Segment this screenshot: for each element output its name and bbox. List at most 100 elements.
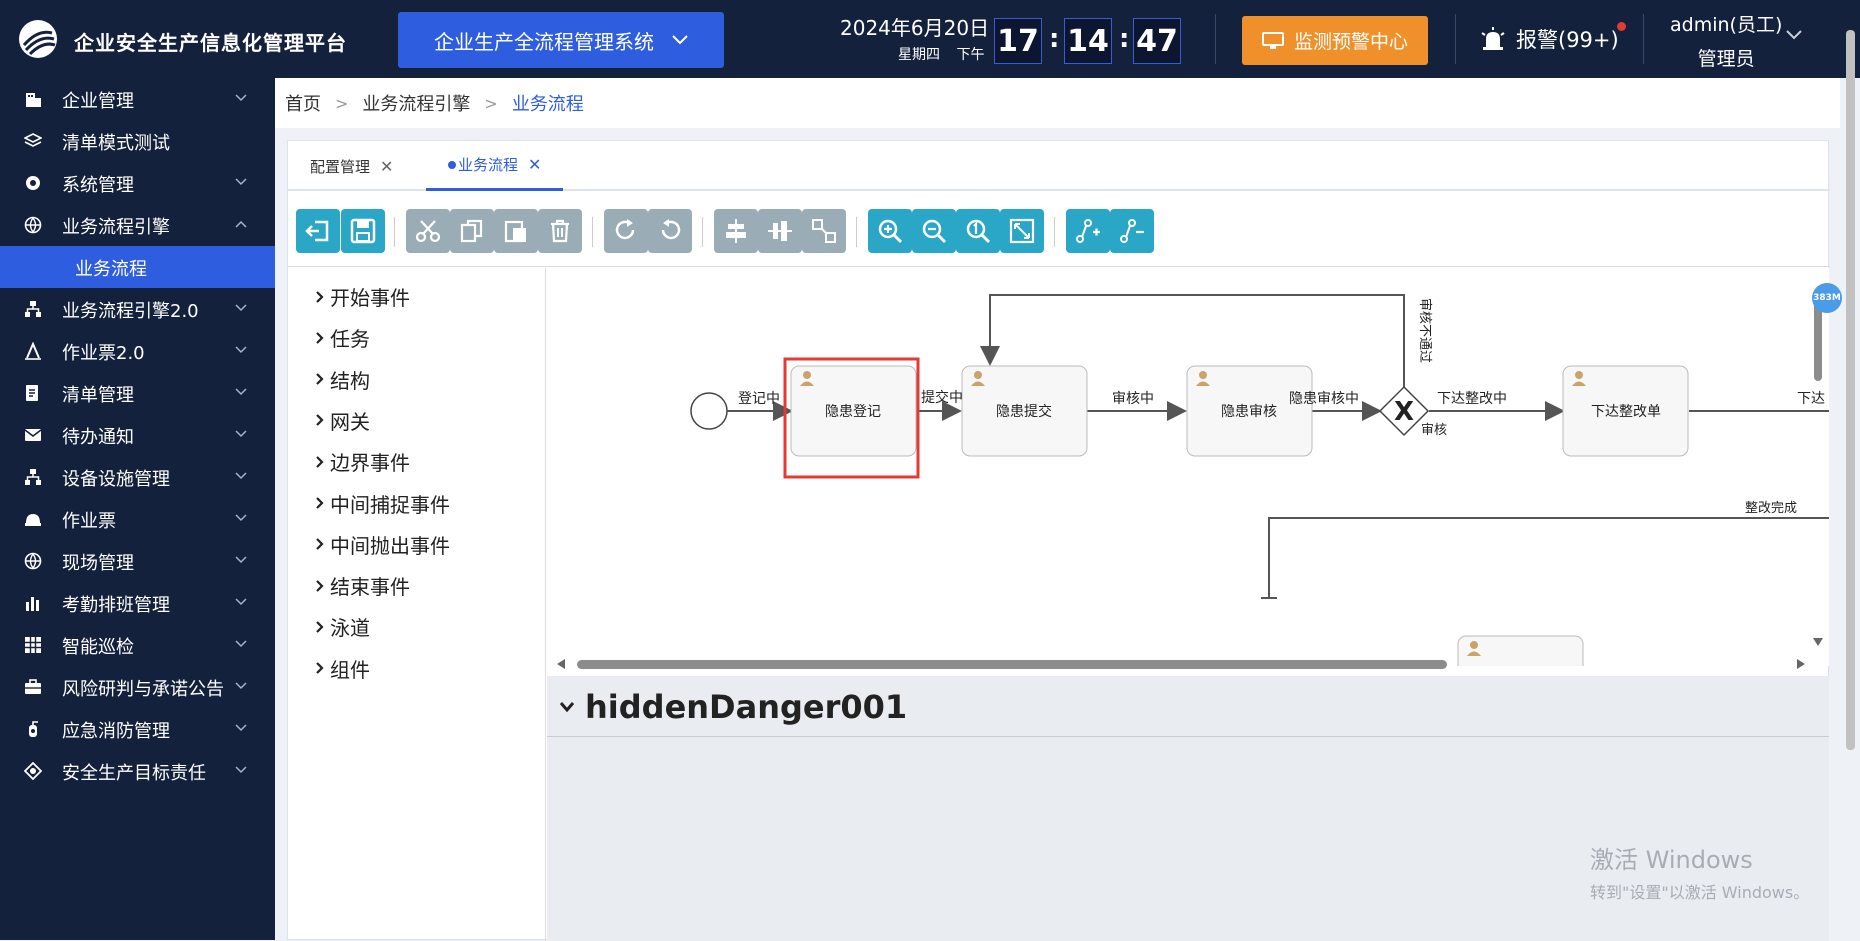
scrollbar-thumb[interactable]	[577, 660, 1447, 669]
task-label: 隐患审核	[1221, 404, 1277, 420]
sidebar-item[interactable]: 系统管理	[0, 162, 275, 204]
sidebar-item[interactable]: 风险研判与承诺公告	[0, 666, 275, 708]
redo-button[interactable]	[604, 209, 648, 253]
pen-icon	[25, 342, 41, 360]
palette-group[interactable]: 边界事件	[316, 447, 410, 476]
chevron-down-icon	[235, 556, 247, 564]
paste-icon	[504, 220, 526, 243]
editor-toolbar	[288, 191, 1830, 267]
resize-button[interactable]	[802, 209, 846, 253]
start-event	[690, 392, 728, 430]
palette-group[interactable]: 任务	[316, 323, 370, 352]
sidebar-item[interactable]: 待办通知	[0, 414, 275, 456]
globe-icon	[24, 216, 42, 234]
close-icon[interactable]: ✕	[380, 157, 393, 176]
system-select[interactable]: 企业生产全流程管理系统	[398, 12, 724, 68]
sidebar-item-label: 智能巡检	[62, 637, 134, 658]
scroll-right-icon[interactable]	[1797, 659, 1805, 669]
properties-header[interactable]: hiddenDanger001	[559, 688, 907, 726]
weekday-label: 星期四	[898, 47, 940, 63]
zoom-actual-button[interactable]	[956, 209, 1000, 253]
flow-label: 登记中	[738, 391, 780, 407]
watermark-line2: 转到"设置"以激活 Windows。	[1590, 883, 1810, 902]
cut-button[interactable]	[406, 209, 450, 253]
rework-flow-line	[1268, 517, 1829, 598]
breadcrumb-parent[interactable]: 业务流程引擎	[362, 90, 470, 116]
monitor-center-button[interactable]: 监测预警中心	[1242, 16, 1428, 65]
exit-icon	[305, 220, 329, 242]
list-doc-icon	[26, 385, 38, 401]
sidebar-item[interactable]: 作业票2.0	[0, 330, 275, 372]
undo-button[interactable]	[648, 209, 692, 253]
palette-group-label: 泳道	[330, 616, 370, 641]
chevron-down-icon	[235, 304, 247, 312]
palette-group[interactable]: 结构	[316, 365, 370, 394]
sidebar-item[interactable]: 清单模式测试	[0, 120, 275, 162]
align-horizontal-button[interactable]	[714, 209, 758, 253]
watermark-line1: 激活 Windows	[1590, 846, 1753, 874]
monitor-icon	[1261, 31, 1284, 49]
resize-icon	[812, 219, 836, 243]
chevron-down-icon	[235, 472, 247, 480]
copy-button[interactable]	[450, 209, 494, 253]
chevron-down-icon[interactable]	[1786, 30, 1802, 40]
add-node-button[interactable]	[1066, 209, 1110, 253]
sidebar-item[interactable]: 清单管理	[0, 372, 275, 414]
page-vertical-scrollbar[interactable]	[1846, 30, 1855, 750]
user-menu[interactable]: admin(员工) 管理员	[1670, 8, 1782, 76]
alarm-button[interactable]: 报警(99+)	[1480, 24, 1619, 54]
process-canvas[interactable]: 隐患登记 隐患提交 隐患审核 X 下达整改单 登记中 提交中 审核中 隐患审核中	[547, 268, 1829, 666]
clock-colon: :	[1119, 24, 1130, 54]
palette-group[interactable]: 结束事件	[316, 571, 410, 600]
palette-group[interactable]: 组件	[316, 654, 370, 683]
flow-label: 下达整改中	[1437, 391, 1507, 407]
canvas-horizontal-scrollbar[interactable]	[547, 656, 1817, 672]
sidebar-item[interactable]: 应急消防管理	[0, 708, 275, 750]
sidebar-item[interactable]: 业务流程引擎	[0, 204, 275, 246]
sidebar-item[interactable]: 业务流程引擎2.0	[0, 288, 275, 330]
sidebar-item[interactable]: 安全生产目标责任	[0, 750, 275, 792]
chevron-up-icon	[235, 220, 247, 228]
breadcrumb-home[interactable]: 首页	[285, 90, 321, 116]
palette-group[interactable]: 中间抛出事件	[316, 530, 450, 559]
sidebar-item[interactable]: 业务流程	[0, 246, 275, 288]
sidebar-item[interactable]: 作业票	[0, 498, 275, 540]
sidebar-item[interactable]: 考勤排班管理	[0, 582, 275, 624]
palette-group[interactable]: 泳道	[316, 612, 370, 641]
scroll-down-icon[interactable]	[1813, 638, 1823, 646]
palette-group-label: 结构	[330, 368, 370, 393]
palette-group[interactable]: 网关	[316, 406, 370, 435]
tab-config[interactable]: 配置管理 ✕	[288, 141, 415, 191]
toolbar-divider	[856, 217, 857, 247]
tab-workflow[interactable]: 业务流程 ✕	[426, 141, 564, 191]
clock-seconds: 47	[1133, 18, 1181, 64]
exit-button[interactable]	[296, 209, 340, 253]
sidebar-item[interactable]: 企业管理	[0, 78, 275, 120]
zoom-in-button[interactable]	[868, 209, 912, 253]
canvas-vertical-scrollbar[interactable]	[1814, 301, 1822, 381]
divider	[547, 736, 1829, 737]
align-vertical-button[interactable]	[758, 209, 802, 253]
palette-group[interactable]: 中间捕捉事件	[316, 489, 450, 518]
palette-group[interactable]: 开始事件	[316, 282, 410, 311]
remove-node-button[interactable]	[1110, 209, 1154, 253]
paste-button[interactable]	[494, 209, 538, 253]
close-icon[interactable]: ✕	[528, 155, 541, 174]
chevron-down-icon	[235, 388, 247, 396]
save-button[interactable]	[341, 209, 385, 253]
sidebar-item-label: 业务流程引擎	[62, 217, 170, 238]
undo-icon	[661, 219, 681, 240]
delete-button[interactable]	[538, 209, 582, 253]
node-remove-icon	[1120, 219, 1144, 243]
sidebar-item[interactable]: 设备设施管理	[0, 456, 275, 498]
chevron-right-icon	[316, 497, 324, 509]
sidebar-item[interactable]: 智能巡检	[0, 624, 275, 666]
scroll-left-icon[interactable]	[557, 659, 565, 669]
fit-screen-icon	[1009, 218, 1035, 244]
sidebar-item[interactable]: 现场管理	[0, 540, 275, 582]
fit-screen-button[interactable]	[1000, 209, 1044, 253]
process-diagram[interactable]: 隐患登记 隐患提交 隐患审核 X 下达整改单 登记中 提交中 审核中 隐患审核中	[547, 268, 1829, 666]
chevron-right-icon	[316, 662, 324, 674]
zoom-out-button[interactable]	[912, 209, 956, 253]
chevron-right-icon	[316, 455, 324, 468]
